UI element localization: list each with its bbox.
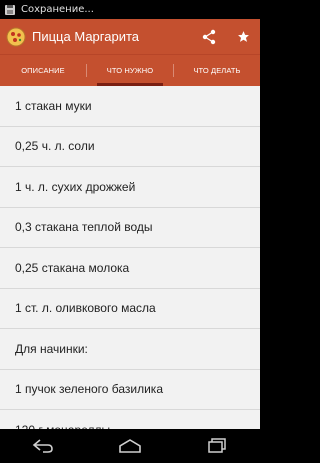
- tab-bar: ОПИСАНИЕ ЧТО НУЖНО ЧТО ДЕЛАТЬ: [0, 54, 260, 86]
- home-icon: [119, 439, 141, 453]
- recent-apps-button[interactable]: [197, 431, 237, 461]
- status-text: Сохранение...: [21, 4, 94, 15]
- status-bar: Сохранение...: [0, 0, 260, 19]
- action-bar: Пицца Маргарита: [0, 19, 260, 54]
- share-button[interactable]: [192, 19, 226, 54]
- navigation-bar: [0, 429, 260, 463]
- list-item[interactable]: 0,25 ч. л. соли: [0, 127, 260, 167]
- page-title: Пицца Маргарита: [32, 29, 139, 44]
- tab-label: ОПИСАНИЕ: [21, 66, 65, 75]
- back-button[interactable]: [23, 431, 63, 461]
- list-item[interactable]: 1 ч. л. сухих дрожжей: [0, 167, 260, 208]
- tab-ingredients[interactable]: ЧТО НУЖНО: [87, 55, 173, 86]
- pizza-icon[interactable]: [6, 27, 26, 47]
- list-item[interactable]: 1 пучок зеленого базилика: [0, 370, 260, 410]
- home-button[interactable]: [110, 431, 150, 461]
- favorite-button[interactable]: [226, 19, 260, 54]
- tab-description[interactable]: ОПИСАНИЕ: [0, 55, 86, 86]
- list-item[interactable]: 0,3 стакана теплой воды: [0, 208, 260, 248]
- list-item[interactable]: 0,25 стакана молока: [0, 248, 260, 289]
- ingredient-list[interactable]: 1 стакан муки 0,25 ч. л. соли 1 ч. л. су…: [0, 86, 260, 429]
- recent-apps-icon: [207, 438, 226, 453]
- list-item[interactable]: 1 стакан муки: [0, 86, 260, 127]
- tab-label: ЧТО ДЕЛАТЬ: [193, 66, 241, 75]
- back-icon: [33, 439, 54, 453]
- tab-label: ЧТО НУЖНО: [106, 66, 154, 75]
- share-icon: [202, 29, 216, 44]
- list-item[interactable]: 120 г моцареллы: [0, 410, 260, 429]
- tab-instructions[interactable]: ЧТО ДЕЛАТЬ: [174, 55, 260, 86]
- list-item[interactable]: 1 ст. л. оливкового масла: [0, 289, 260, 329]
- section-header: Для начинки:: [0, 329, 260, 370]
- star-icon: [237, 31, 249, 42]
- save-notification-icon: [4, 4, 16, 16]
